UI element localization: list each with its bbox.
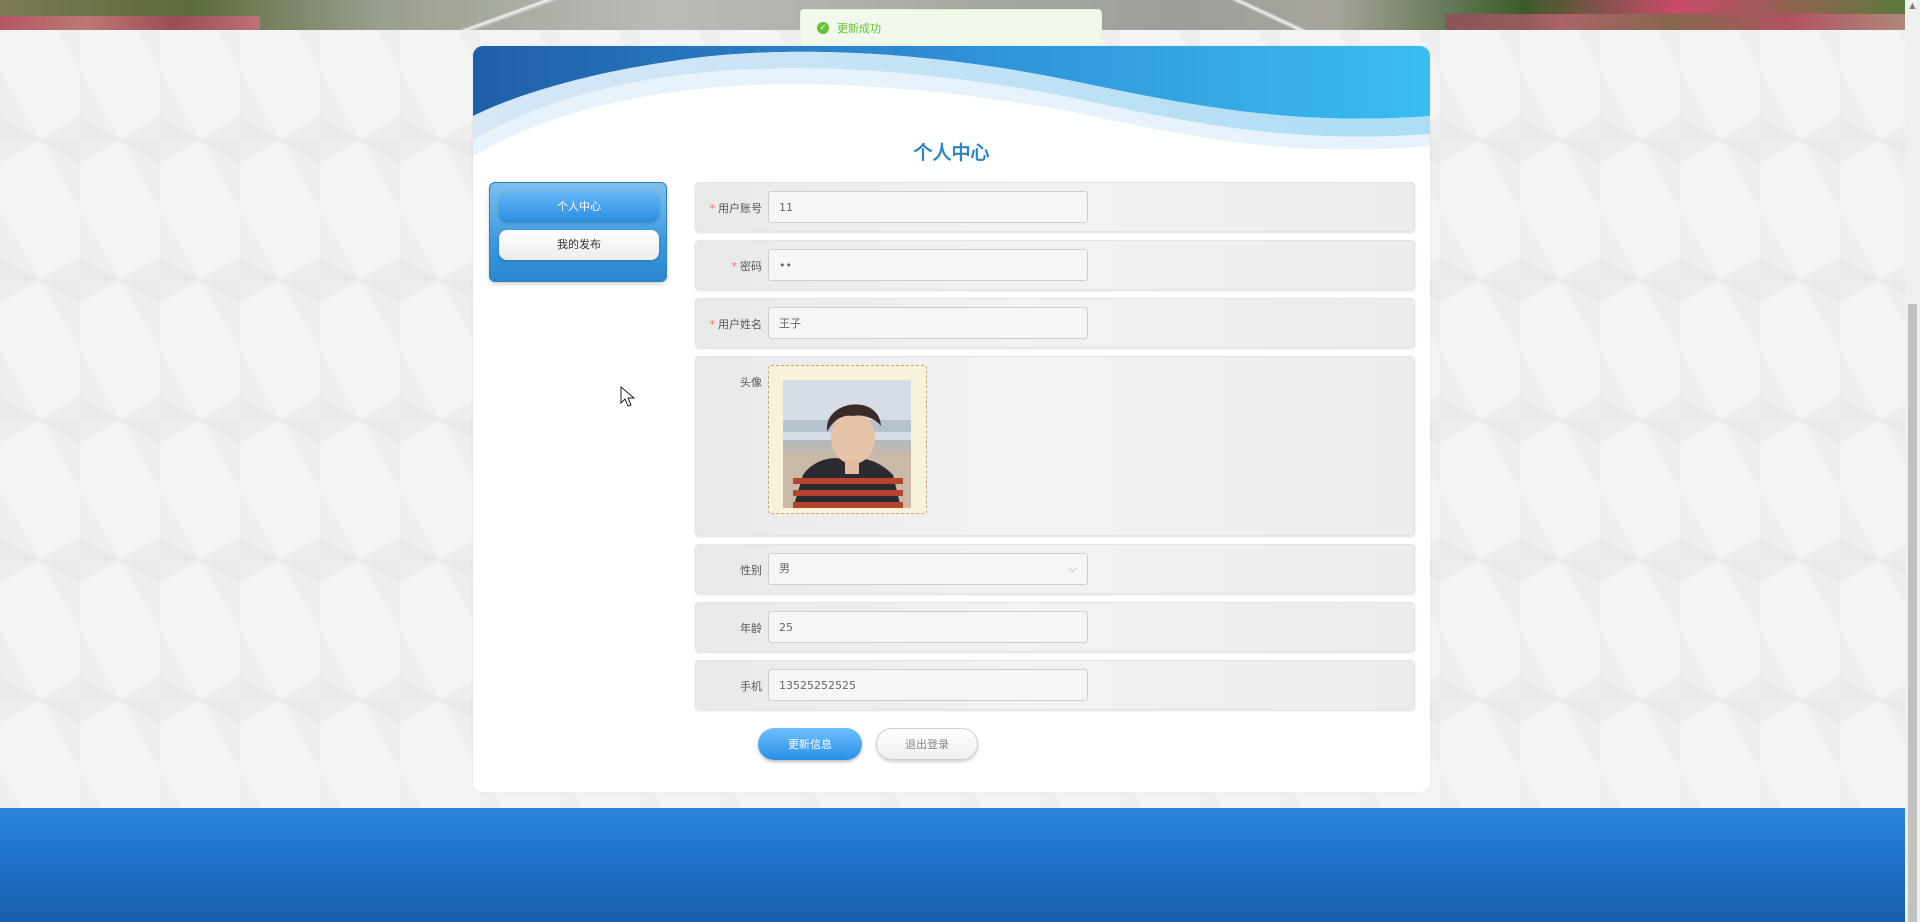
avatar-uploader[interactable] <box>768 365 927 514</box>
account-label: 用户账号 <box>718 202 762 215</box>
phone-row: 手机 <box>695 660 1415 710</box>
name-row: * 用户姓名 <box>695 298 1415 348</box>
gender-value: 男 <box>779 562 790 575</box>
scrollbar-thumb[interactable] <box>1908 304 1917 922</box>
phone-label: 手机 <box>740 680 762 693</box>
side-menu: 个人中心 我的发布 <box>489 182 667 282</box>
required-mark: * <box>709 202 716 215</box>
account-row: * 用户账号 <box>695 182 1415 232</box>
footer <box>0 808 1905 922</box>
page-title: 个人中心 <box>913 142 990 164</box>
password-label: 密码 <box>740 260 762 273</box>
avatar-row: 头像 <box>695 356 1415 536</box>
update-info-button[interactable]: 更新信息 <box>758 728 862 760</box>
gender-row: 性别 男 ⌵ <box>695 544 1415 594</box>
gender-label: 性别 <box>740 564 762 577</box>
toast-message: 更新成功 <box>837 22 881 35</box>
scroll-up-arrow-icon[interactable]: ▲ <box>1908 0 1917 12</box>
account-input[interactable] <box>768 191 1088 223</box>
side-menu-item-profile[interactable]: 个人中心 <box>499 192 659 222</box>
password-row: * 密码 <box>695 240 1415 290</box>
page-scrollbar[interactable]: ▲ <box>1905 0 1920 922</box>
gender-select[interactable]: 男 ⌵ <box>768 553 1088 585</box>
avatar-image <box>783 380 911 508</box>
age-input[interactable] <box>768 611 1088 643</box>
age-label: 年龄 <box>740 622 762 635</box>
profile-card: 个人中心 个人中心 我的发布 *用户账号 *密码 *用户姓名 头像 <box>473 46 1430 792</box>
success-toast: ✓ 更新成功 <box>800 9 1102 47</box>
password-input[interactable] <box>768 249 1088 281</box>
age-row: 年龄 <box>695 602 1415 652</box>
required-mark: * <box>709 318 716 331</box>
success-check-icon: ✓ <box>817 22 829 34</box>
mouse-cursor-icon <box>620 386 636 407</box>
avatar-label: 头像 <box>740 376 762 389</box>
logout-button[interactable]: 退出登录 <box>876 728 978 760</box>
name-label: 用户姓名 <box>718 318 762 331</box>
phone-input[interactable] <box>768 669 1088 701</box>
chevron-down-icon: ⌵ <box>1068 562 1077 575</box>
side-menu-item-my-posts[interactable]: 我的发布 <box>499 230 659 260</box>
name-input[interactable] <box>768 307 1088 339</box>
required-mark: * <box>731 260 738 273</box>
